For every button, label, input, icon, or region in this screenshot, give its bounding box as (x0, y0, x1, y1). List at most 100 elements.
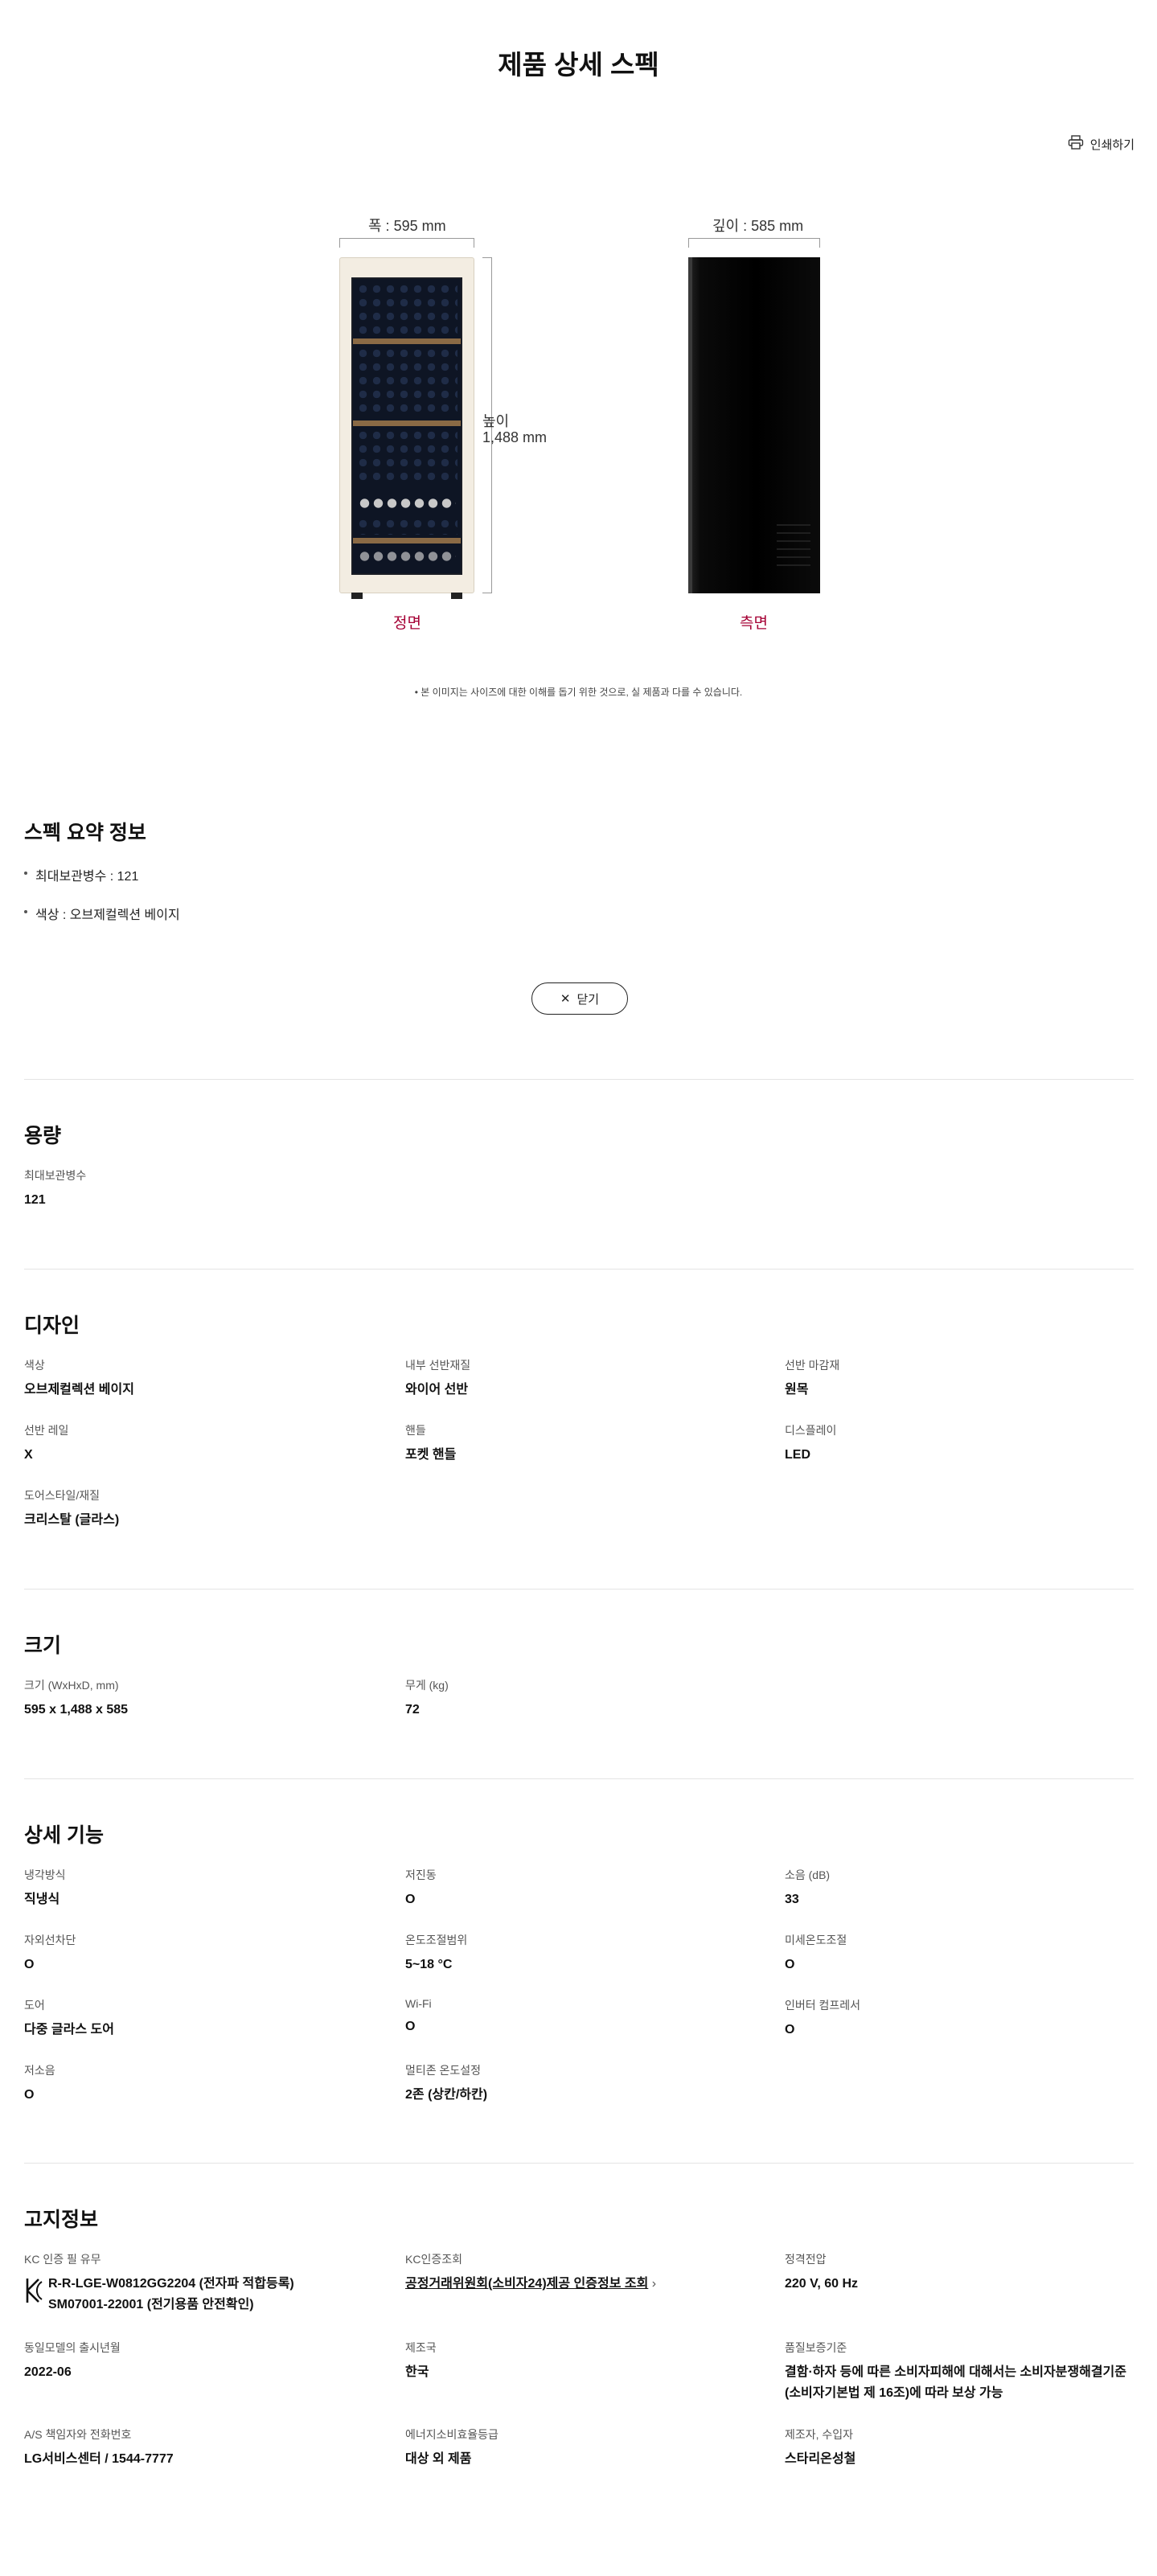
spec-label: 멀티존 온도설정 (405, 2064, 482, 2077)
product-dimension-figure: 폭 : 595 mm 높이 1,488 mm 정면 깊이 : 585 mm 측면 (0, 209, 1157, 643)
section-title-notice: 고지정보 (24, 2209, 99, 2231)
spec-label: 냉각방식 (24, 1868, 66, 1881)
spec-label: 저소음 (24, 2064, 55, 2077)
section-title-design: 디자인 (24, 1315, 80, 1337)
spec-label: 핸들 (405, 1424, 426, 1437)
spec-label: 정격전압 (785, 2253, 827, 2266)
front-glass-door (351, 277, 462, 575)
spec-item: 미세온도조절 O (785, 1932, 1139, 1975)
spec-item: 도어 다중 글라스 도어 (24, 1997, 378, 2041)
spec-label: 선반 레일 (24, 1424, 69, 1437)
spec-value: (소비자기본법 제 16조)에 따라 보상 가능 (785, 2385, 1003, 2400)
spec-label: 저진동 (405, 1868, 437, 1881)
spec-label: 제조자, 수입자 (785, 2428, 854, 2441)
spec-label: A/S 책임자와 전화번호 (24, 2428, 132, 2441)
spec-item: 냉각방식 직냉식 (24, 1867, 378, 1910)
spec-value: 직냉식 (24, 1893, 60, 1906)
spec-label: 소음 (dB) (785, 1868, 831, 1881)
spec-item: 제조자, 수입자 스타리온성철 (785, 2426, 1139, 2470)
spec-item: 멀티존 온도설정 2존 (상칸/하칸) (405, 2062, 759, 2106)
side-view-image (688, 257, 820, 593)
spec-label: 자외선차단 (24, 1934, 76, 1946)
spec-item: 최대보관병수 121 (24, 1167, 378, 1211)
spec-label: 디스플레이 (785, 1424, 837, 1437)
print-label: 인쇄하기 (1089, 137, 1134, 152)
spec-item: 저진동 O (405, 1867, 759, 1910)
summary-item: 최대보관병수 : 121 (24, 865, 180, 884)
spec-item: 인버터 컴프레서 O (785, 1997, 1139, 2041)
printer-icon (1068, 135, 1084, 153)
spec-label: 도어 (24, 1999, 45, 2012)
section-divider (24, 1079, 1134, 1080)
spec-item: 색상 오브제컬렉션 베이지 (24, 1357, 378, 1401)
spec-item: 핸들 포켓 핸들 (405, 1422, 759, 1466)
spec-label: 크기 (WxHxD, mm) (24, 1679, 119, 1692)
section-title-capacity: 용량 (24, 1125, 62, 1147)
spec-value: 스타리온성철 (785, 2452, 856, 2466)
spec-value: O (405, 1893, 416, 1906)
spec-value: O (24, 2088, 35, 2102)
spec-item: 에너지소비효율등급 대상 외 제품 (405, 2426, 759, 2470)
spec-value: 33 (785, 1893, 799, 1906)
spec-item-kc: KC 인증 필 유무 R-R-LGE-W0812GG2204 (전자파 적합등록… (24, 2251, 394, 2315)
spec-value: 2존 (상칸/하칸) (405, 2088, 488, 2102)
spec-label: 선반 마감재 (785, 1359, 840, 1372)
spec-item: Wi-Fi O (405, 1997, 759, 2037)
spec-value: O (785, 1958, 795, 1971)
spec-item: 제조국 한국 (405, 2340, 759, 2383)
spec-value: R-R-LGE-W0812GG2204 (전자파 적합등록) (48, 2277, 294, 2291)
spec-label: 에너지소비효율등급 (405, 2428, 498, 2441)
spec-label: 색상 (24, 1359, 45, 1372)
spec-label: 인버터 컴프레서 (785, 1999, 861, 2012)
summary-list: 최대보관병수 : 121 색상 : 오브제컬렉션 베이지 (24, 865, 180, 942)
spec-item: 선반 레일 X (24, 1422, 378, 1466)
height-label-2: 1,488 mm (482, 429, 548, 445)
spec-value: 와이어 선반 (405, 1383, 469, 1397)
section-title-features: 상세 기능 (24, 1824, 104, 1847)
depth-label: 깊이 : 585 mm (712, 218, 804, 234)
spec-value: 오브제컬렉션 베이지 (24, 1383, 134, 1397)
summary-title: 스펙 요약 정보 (24, 822, 146, 844)
print-button[interactable]: 인쇄하기 (1068, 135, 1134, 153)
spec-value: O (24, 1958, 35, 1971)
close-icon: ✕ (560, 992, 571, 1006)
spec-label: 도어스타일/재질 (24, 1489, 101, 1502)
spec-value: O (405, 2020, 416, 2033)
kc-certification-link[interactable]: 공정거래위원회(소비자24)제공 인증정보 조회 (405, 2277, 648, 2291)
spec-label: 온도조절범위 (405, 1934, 468, 1946)
close-label: 닫기 (576, 992, 600, 1007)
spec-item: 자외선차단 O (24, 1932, 378, 1975)
spec-value: LED (785, 1448, 810, 1462)
spec-label: 제조국 (405, 2341, 437, 2354)
close-button[interactable]: ✕ 닫기 (531, 982, 628, 1015)
spec-item: 내부 선반재질 와이어 선반 (405, 1357, 759, 1401)
spec-item: 동일모델의 출시년월 2022-06 (24, 2340, 378, 2383)
side-view-label: 측면 (740, 615, 768, 632)
spec-label: 최대보관병수 (24, 1169, 87, 1182)
spec-value: 595 x 1,488 x 585 (24, 1703, 129, 1717)
spec-value: 한국 (405, 2365, 429, 2379)
front-view-label: 정면 (393, 615, 421, 632)
spec-value: 220 V, 60 Hz (785, 2277, 859, 2291)
spec-item: 정격전압 220 V, 60 Hz (785, 2251, 1139, 2295)
spec-label: 내부 선반재질 (405, 1359, 471, 1372)
spec-label: 품질보증기준 (785, 2341, 847, 2354)
image-disclaimer: • 본 이미지는 사이즈에 대한 이해를 돕기 위한 것으로, 실 제품과 다를… (414, 687, 743, 698)
spec-value: LG서비스센터 / 1544-7777 (24, 2452, 174, 2466)
spec-value: 2022-06 (24, 2365, 72, 2379)
spec-item: 디스플레이 LED (785, 1422, 1139, 1466)
section-divider (24, 1269, 1134, 1270)
width-label: 폭 : 595 mm (368, 218, 446, 234)
depth-dimension-line (688, 238, 820, 248)
spec-value: O (785, 2023, 795, 2037)
spec-label: 동일모델의 출시년월 (24, 2341, 121, 2354)
spec-value: 5~18 °C (405, 1958, 453, 1971)
spec-value: 결함·하자 등에 따른 소비자피해에 대해서는 소비자분쟁해결기준 (785, 2365, 1126, 2379)
page-title: 제품 상세 스펙 (498, 50, 659, 80)
spec-value: 121 (24, 1193, 46, 1207)
spec-item: 크기 (WxHxD, mm) 595 x 1,488 x 585 (24, 1677, 378, 1721)
spec-item: 도어스타일/재질 크리스탈 (글라스) (24, 1487, 378, 1531)
spec-value: 대상 외 제품 (405, 2452, 472, 2466)
spec-value: SM07001-22001 (전기용품 안전확인) (48, 2297, 254, 2311)
spec-value: 원목 (785, 1383, 809, 1397)
